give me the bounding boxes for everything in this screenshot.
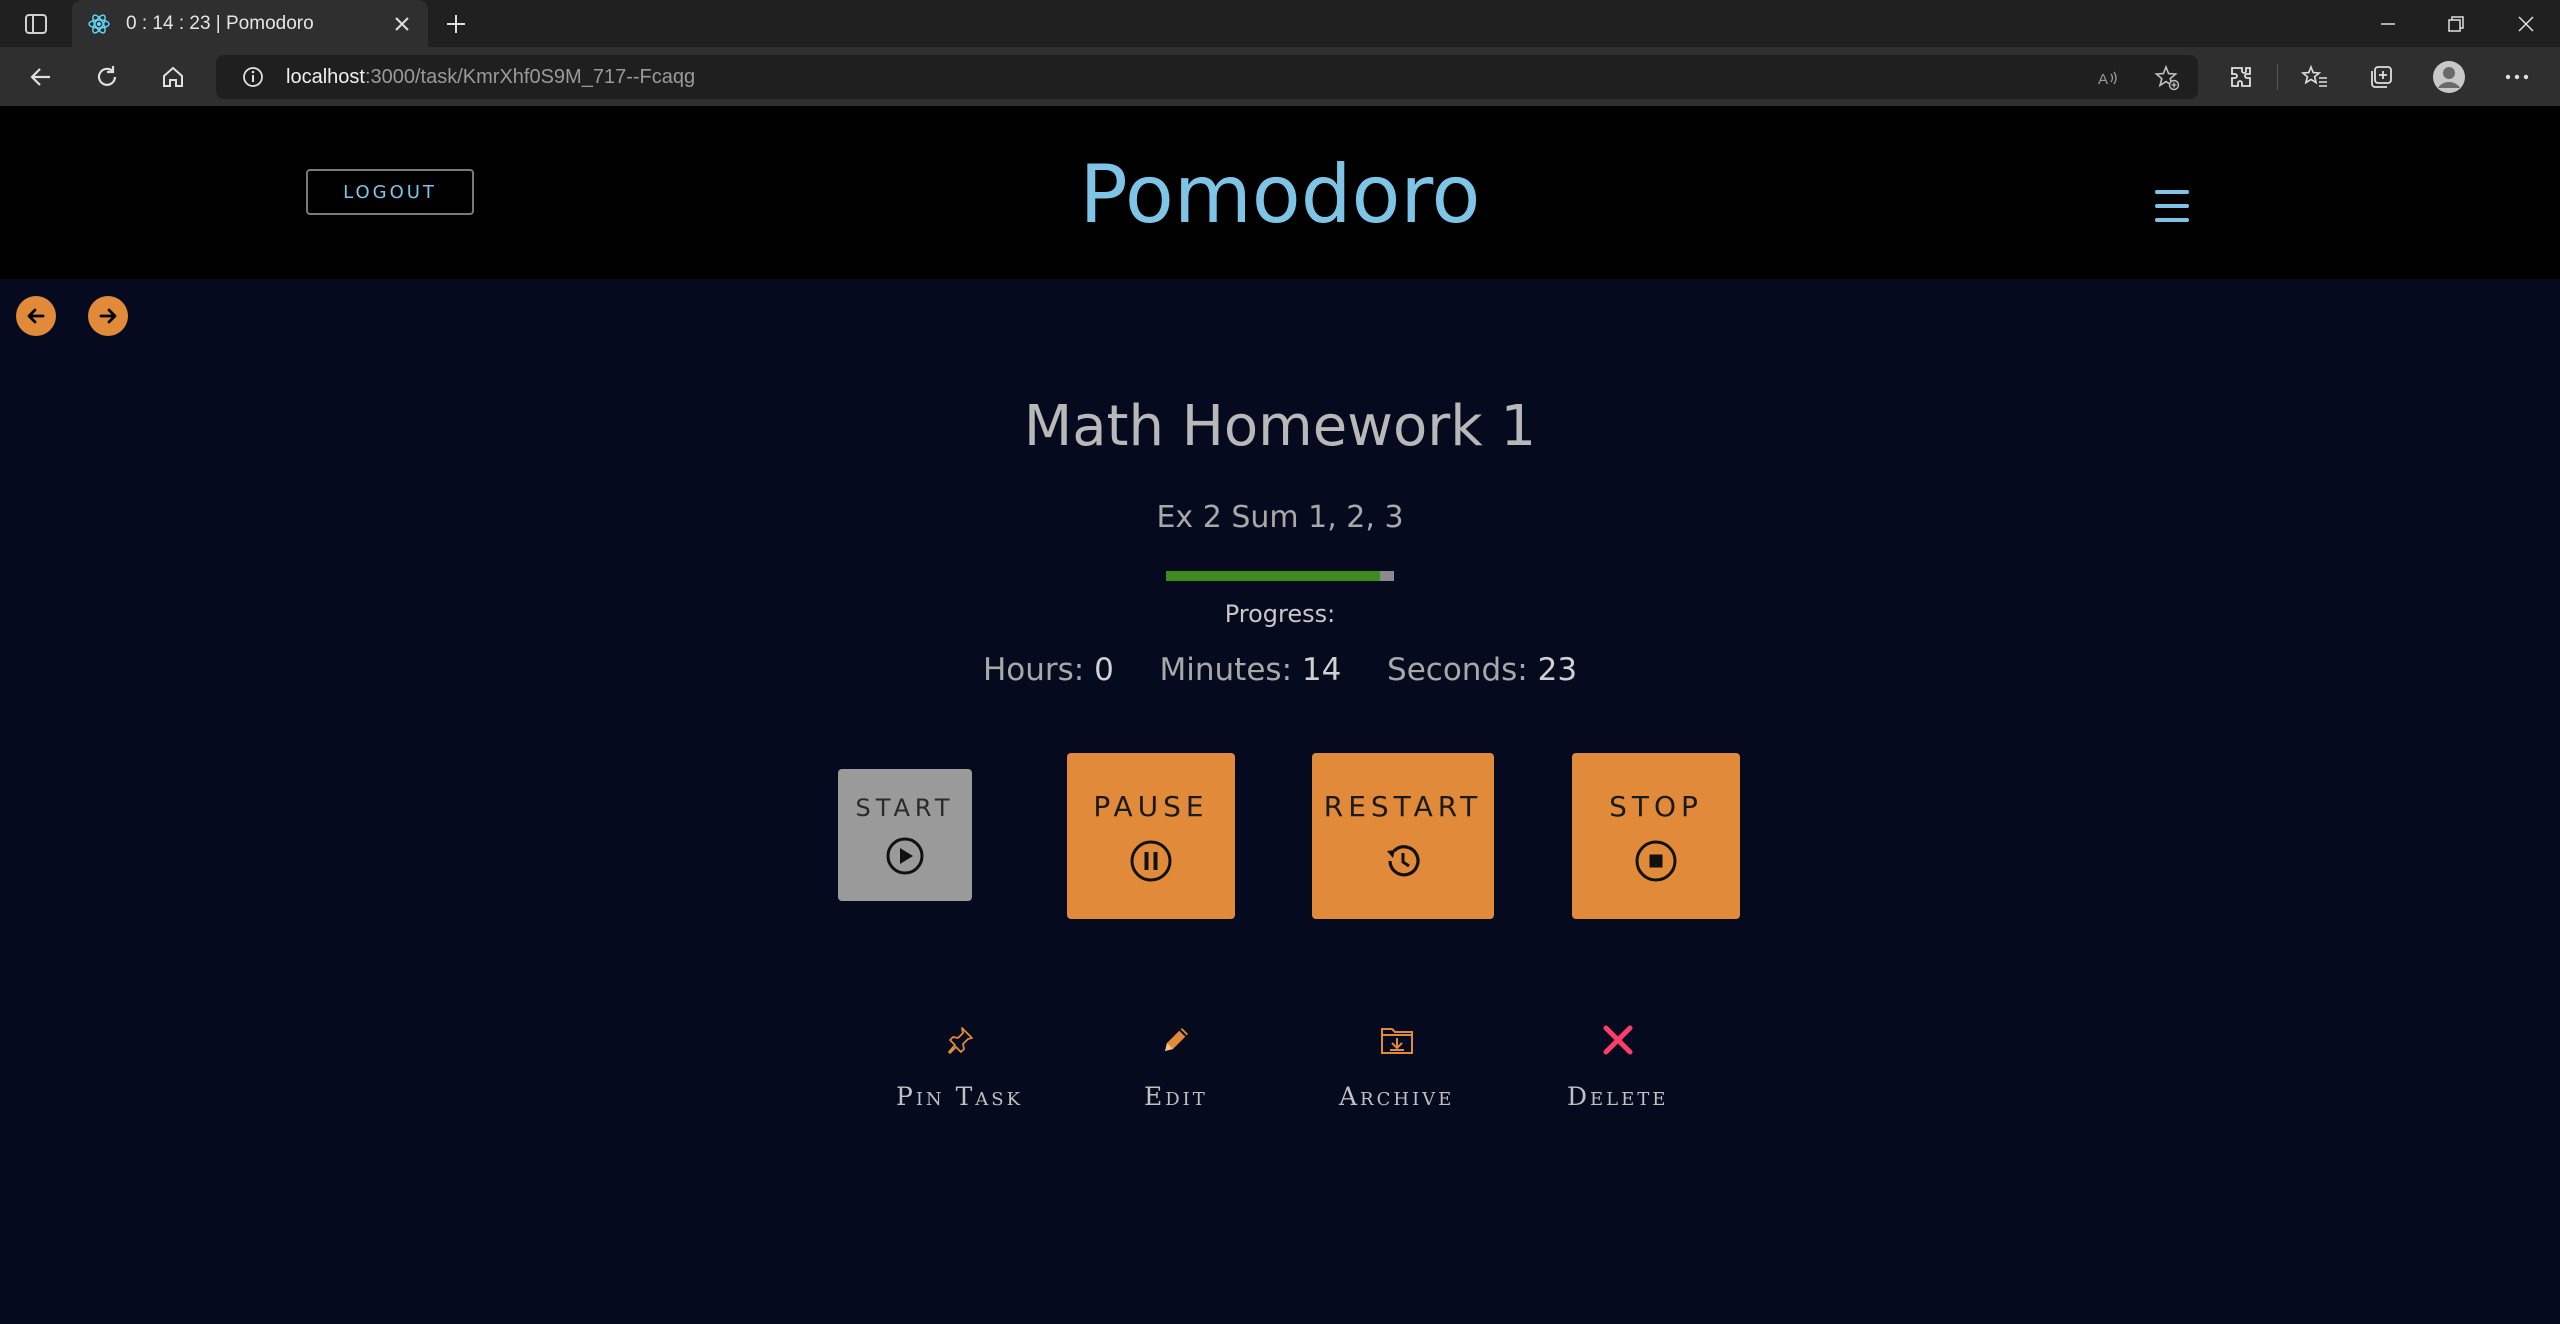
pencil-icon — [1156, 1020, 1196, 1060]
url-host: localhost — [286, 65, 365, 88]
back-icon[interactable] — [24, 60, 58, 94]
restart-button[interactable]: RESTART — [1312, 753, 1494, 919]
stop-icon — [1635, 840, 1677, 881]
restart-label: RESTART — [1323, 789, 1483, 823]
play-icon — [886, 837, 924, 875]
stop-label: STOP — [1609, 789, 1703, 823]
new-tab-icon[interactable] — [440, 8, 472, 40]
profile-avatar-icon[interactable] — [2432, 60, 2466, 94]
start-button[interactable]: START — [838, 769, 972, 901]
more-options-icon[interactable] — [2500, 60, 2534, 94]
seconds-label: Seconds: — [1387, 652, 1528, 688]
collections-icon[interactable] — [2364, 60, 2398, 94]
pin-task-label: Pin Task — [896, 1082, 1024, 1111]
edit-button[interactable]: Edit — [1144, 1020, 1208, 1111]
close-tab-icon[interactable] — [390, 12, 414, 36]
restore-icon[interactable] — [2432, 6, 2480, 42]
pause-label: PAUSE — [1093, 789, 1209, 823]
minutes-value: 14 — [1301, 652, 1342, 688]
react-icon — [86, 11, 112, 37]
delete-label: Delete — [1567, 1082, 1669, 1111]
close-window-icon[interactable] — [2502, 6, 2550, 42]
progress-label: Progress: — [1224, 600, 1336, 628]
delete-button[interactable]: Delete — [1567, 1020, 1668, 1111]
arrow-left-icon — [27, 308, 45, 324]
pin-icon — [940, 1020, 980, 1060]
archive-button[interactable]: Archive — [1339, 1020, 1454, 1111]
hamburger-menu-icon[interactable] — [2152, 186, 2192, 226]
start-label: START — [855, 794, 955, 822]
edit-label: Edit — [1144, 1082, 1208, 1111]
app-header: LOGOUT Pomodoro — [0, 106, 2560, 279]
extensions-icon[interactable] — [2224, 60, 2258, 94]
browser-tab[interactable]: 0 : 14 : 23 | Pomodoro — [72, 0, 428, 47]
site-info-icon[interactable] — [240, 64, 266, 90]
refresh-icon[interactable] — [90, 60, 124, 94]
tab-title: 0 : 14 : 23 | Pomodoro — [126, 12, 314, 34]
previous-task-button[interactable] — [16, 296, 56, 336]
address-bar[interactable]: localhost:3000/task/KmrXhf0S9M_717--Fcaq… — [216, 55, 2198, 99]
progress-bar-fill — [1166, 571, 1381, 581]
url-path: :3000/task/KmrXhf0S9M_717--Fcaqg — [364, 65, 696, 88]
browser-tab-bar: 0 : 14 : 23 | Pomodoro — [0, 0, 2560, 47]
pin-task-button[interactable]: Pin Task — [896, 1020, 1023, 1111]
timer-readout: Hours: 0 Minutes: 14 Seconds: 23 — [0, 652, 2560, 688]
read-aloud-icon[interactable]: A — [2096, 65, 2122, 91]
archive-folder-icon — [1377, 1020, 1417, 1060]
browser-toolbar: localhost:3000/task/KmrXhf0S9M_717--Fcaq… — [0, 47, 2560, 106]
minutes-label: Minutes: — [1159, 652, 1293, 688]
toolbar-divider — [2277, 64, 2278, 90]
task-description: Ex 2 Sum 1, 2, 3 — [1156, 500, 1404, 535]
stop-button[interactable]: STOP — [1572, 753, 1740, 919]
tab-actions-icon[interactable] — [18, 10, 54, 38]
archive-label: Archive — [1339, 1082, 1455, 1111]
seconds-value: 23 — [1537, 652, 1578, 688]
task-title: Math Homework 1 — [1023, 394, 1537, 459]
arrow-right-icon — [99, 308, 117, 324]
svg-text:A: A — [2098, 71, 2108, 88]
progress-bar — [1166, 571, 1394, 581]
next-task-button[interactable] — [88, 296, 128, 336]
pause-button[interactable]: PAUSE — [1067, 753, 1235, 919]
restart-history-icon — [1387, 844, 1420, 876]
add-favorite-icon[interactable] — [2154, 65, 2180, 91]
delete-x-icon — [1598, 1020, 1638, 1060]
minimize-icon[interactable] — [2364, 6, 2412, 42]
favorites-icon[interactable] — [2298, 60, 2332, 94]
home-icon[interactable] — [156, 60, 190, 94]
hours-value: 0 — [1094, 652, 1114, 688]
pause-icon — [1130, 840, 1172, 881]
hours-label: Hours: — [982, 652, 1085, 688]
